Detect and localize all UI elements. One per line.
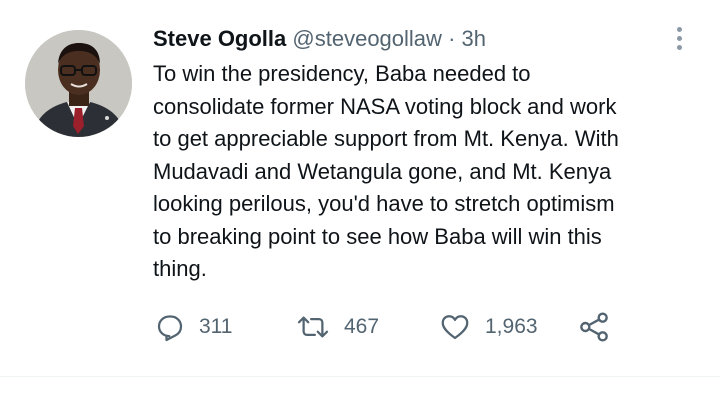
tweet-text-line: looking perilous, you'd have to stretch … (153, 191, 615, 216)
avatar-photo (25, 30, 132, 137)
reply-count: 311 (199, 315, 233, 338)
share-icon (580, 312, 608, 342)
avatar[interactable] (25, 30, 132, 137)
tweet-text-line: To win the presidency, Baba needed to (153, 61, 531, 86)
like-button[interactable]: 1,963 (439, 310, 538, 344)
tweet-text-line: consolidate former NASA voting block and… (153, 93, 617, 119)
tweet-text-line: Mudavadi and Wetangula gone, and Mt. Ken… (153, 158, 612, 184)
header-separator: · (448, 26, 456, 51)
tweet-divider (0, 376, 720, 377)
timestamp[interactable]: 3h (462, 26, 486, 51)
tweet-text: To win the presidency, Baba needed to co… (153, 58, 713, 286)
retweet-count: 467 (344, 315, 380, 338)
tweet-text-line: thing. (153, 256, 207, 281)
author-name[interactable]: Steve Ogolla (153, 26, 286, 51)
reply-icon (157, 315, 183, 342)
more-options-icon[interactable] (668, 24, 692, 54)
share-button[interactable] (578, 310, 610, 344)
tweet-text-line: to breaking point to see how Baba will w… (153, 223, 602, 249)
reply-button[interactable]: 311 (155, 310, 232, 344)
tweet-text-line: to get appreciable support from Mt. Keny… (153, 126, 619, 151)
tweet-header: Steve Ogolla @steveogollaw · 3h (153, 24, 486, 54)
like-count: 1,963 (485, 315, 538, 338)
author-handle[interactable]: @steveogollaw (292, 26, 442, 51)
heart-icon (441, 315, 469, 340)
tweet-card[interactable]: Steve Ogolla @steveogollaw · 3h To win t… (0, 0, 720, 376)
retweet-button[interactable]: 467 (296, 310, 379, 344)
retweet-icon (297, 316, 329, 338)
